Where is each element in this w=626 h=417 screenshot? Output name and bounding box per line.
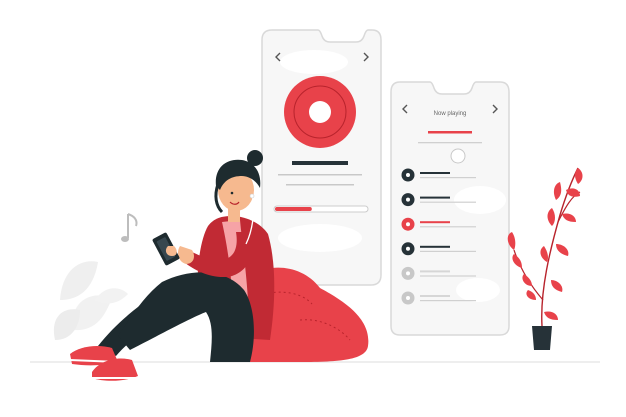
eye xyxy=(230,191,234,195)
track-title-line xyxy=(420,172,450,174)
player-phone xyxy=(261,29,382,286)
now-playing-title: Now playing xyxy=(433,111,467,117)
plant-leaves xyxy=(507,168,583,320)
hair-bun xyxy=(247,150,263,166)
illustration-canvas xyxy=(30,29,600,381)
track-title-line xyxy=(420,221,450,224)
track-artist-line xyxy=(420,250,476,252)
music-note-icon xyxy=(121,213,138,242)
track-title-line xyxy=(420,196,450,199)
hand xyxy=(178,246,194,264)
track-artist-line xyxy=(420,201,476,203)
song-album-line xyxy=(286,184,354,186)
track-title-line xyxy=(420,295,450,297)
plant-pot xyxy=(532,326,552,350)
progress-bar[interactable] xyxy=(273,205,369,213)
phone-cloud-decor xyxy=(454,186,506,214)
track-artist-line xyxy=(420,177,476,179)
track-artist-line xyxy=(420,226,476,228)
earbud xyxy=(249,193,255,199)
vinyl-disc-icon xyxy=(284,76,356,148)
now-playing-underline xyxy=(428,131,472,134)
progress-fill xyxy=(275,207,312,211)
plant xyxy=(507,167,583,350)
song-title-bar xyxy=(292,161,348,165)
track-artist-line xyxy=(420,275,476,277)
phone-cloud-decor xyxy=(278,224,362,252)
track-title-line xyxy=(420,245,450,248)
track-artist-line xyxy=(420,300,476,302)
now-playing-subline xyxy=(418,142,482,144)
track-title-line xyxy=(420,270,450,273)
phone-cloud-decor xyxy=(456,278,500,302)
song-artist-line xyxy=(278,174,362,176)
illustration-scene: Now playing xyxy=(0,0,626,417)
playlist-phone xyxy=(390,81,510,336)
phone-cloud-decor xyxy=(280,50,348,74)
play-icon[interactable] xyxy=(450,148,466,164)
front-leg xyxy=(118,272,254,362)
